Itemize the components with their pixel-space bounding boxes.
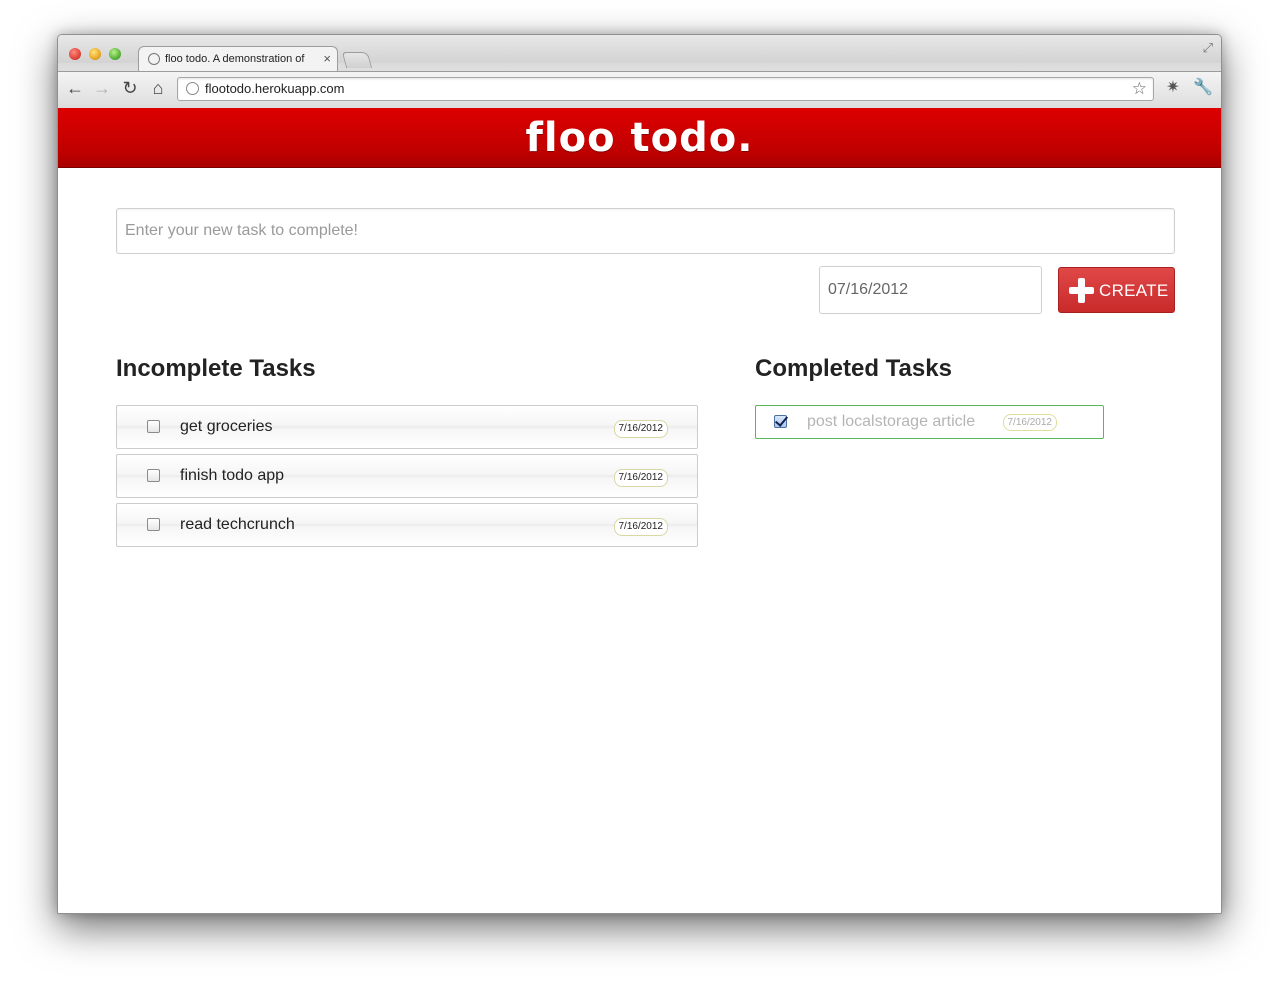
globe-icon xyxy=(186,82,199,95)
fullscreen-icon[interactable]: ⤢ xyxy=(1203,40,1213,56)
incomplete-tasks-title: Incomplete Tasks xyxy=(116,355,316,382)
checked-checkbox[interactable] xyxy=(774,415,787,428)
completed-task-text: post localstorage article xyxy=(807,413,976,430)
new-tab-button[interactable] xyxy=(341,52,373,68)
task-row[interactable]: finish todo app 7/16/2012 xyxy=(116,454,698,498)
home-icon[interactable]: ⌂ xyxy=(147,77,169,99)
browser-toolbar: ← → ↻ ⌂ flootodo.herokuapp.com ☆ ✷ 🔧 xyxy=(58,71,1221,108)
minimize-window-button[interactable] xyxy=(89,48,101,60)
task-date-input[interactable] xyxy=(819,266,1042,314)
completed-task-list: post localstorage article 7/16/2012 xyxy=(755,405,1104,439)
task-date-badge: 7/16/2012 xyxy=(613,469,668,487)
bookmark-star-icon[interactable]: ☆ xyxy=(1132,79,1147,99)
zoom-window-button[interactable] xyxy=(109,48,121,60)
new-task-input[interactable] xyxy=(116,208,1175,254)
create-button[interactable]: CREATE xyxy=(1058,267,1175,313)
task-date-badge: 7/16/2012 xyxy=(1002,414,1057,431)
plus-icon xyxy=(1069,278,1094,303)
task-checkbox[interactable] xyxy=(147,420,160,433)
address-bar[interactable]: flootodo.herokuapp.com ☆ xyxy=(177,77,1154,101)
forward-icon[interactable]: → xyxy=(91,77,113,99)
close-window-button[interactable] xyxy=(69,48,81,60)
wrench-icon[interactable]: 🔧 xyxy=(1192,77,1214,99)
browser-chrome: floo todo. A demonstration of × ⤢ ← → ↻ … xyxy=(58,35,1221,108)
task-date-badge: 7/16/2012 xyxy=(613,420,668,438)
task-checkbox[interactable] xyxy=(147,518,160,531)
back-icon[interactable]: ← xyxy=(64,77,86,99)
task-date-badge: 7/16/2012 xyxy=(613,518,668,536)
browser-tab[interactable]: floo todo. A demonstration of × xyxy=(138,46,338,72)
app-logo: floo todo. xyxy=(525,115,754,161)
task-text: read techcrunch xyxy=(180,516,295,533)
task-row[interactable]: read techcrunch 7/16/2012 xyxy=(116,503,698,547)
tab-title: floo todo. A demonstration of xyxy=(165,53,305,65)
tab-close-icon[interactable]: × xyxy=(323,51,331,67)
task-row[interactable]: get groceries 7/16/2012 xyxy=(116,405,698,449)
extension-icon[interactable]: ✷ xyxy=(1162,77,1184,99)
task-text: finish todo app xyxy=(180,467,285,484)
address-url[interactable]: flootodo.herokuapp.com xyxy=(205,81,344,97)
incomplete-task-list: get groceries 7/16/2012 finish todo app … xyxy=(116,405,698,552)
completed-task-row[interactable]: post localstorage article 7/16/2012 xyxy=(755,405,1104,439)
reload-icon[interactable]: ↻ xyxy=(119,77,141,99)
completed-tasks-title: Completed Tasks xyxy=(755,355,952,382)
create-label: CREATE xyxy=(1099,281,1169,300)
globe-icon xyxy=(148,53,160,65)
browser-window: floo todo. A demonstration of × ⤢ ← → ↻ … xyxy=(57,34,1222,914)
app-header: floo todo. xyxy=(58,108,1221,168)
task-text: get groceries xyxy=(180,418,273,435)
task-checkbox[interactable] xyxy=(147,469,160,482)
page-content: floo todo. CREATE Incomplete Tasks Compl… xyxy=(58,108,1221,913)
